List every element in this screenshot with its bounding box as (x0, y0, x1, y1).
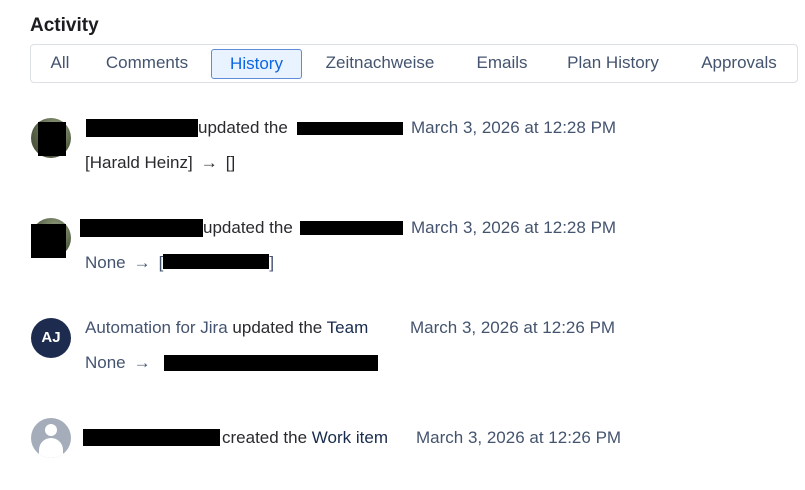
history-timestamp: March 3, 2026 at 12:26 PM (410, 318, 616, 337)
history-action: updated the (198, 118, 288, 137)
history-action: updated the (232, 318, 323, 337)
redacted-value (163, 254, 270, 269)
history-entry: updated the March 3, 2026 at 12:28 PM [H… (0, 110, 805, 190)
history-entry: AJ Automation for Jira updated the Team … (0, 310, 805, 390)
tab-history[interactable]: History (211, 49, 302, 79)
arrow-right-icon: → (200, 153, 218, 172)
history-action: updated the (203, 218, 293, 237)
history-entry: created the Work item March 3, 2026 at 1… (0, 410, 805, 490)
activity-title: Activity (30, 15, 99, 36)
redacted-actor (80, 219, 203, 237)
tab-comments[interactable]: Comments (97, 49, 197, 79)
redacted-value (164, 355, 378, 371)
redacted-actor (83, 429, 220, 446)
avatar[interactable]: AJ (31, 318, 71, 358)
tab-plan-history[interactable]: Plan History (559, 49, 667, 79)
redacted-actor (86, 119, 198, 137)
history-action: created the (222, 428, 308, 447)
history-timestamp: March 3, 2026 at 12:28 PM (411, 118, 617, 137)
history-change: None → (85, 353, 159, 373)
redacted-block (38, 122, 66, 156)
change-to-close: ] (269, 253, 275, 272)
redacted-field (297, 122, 403, 135)
history-entry: updated the March 3, 2026 at 12:28 PM No… (0, 210, 805, 290)
change-from: None (85, 353, 126, 372)
change-from: None (85, 253, 126, 272)
avatar[interactable] (31, 418, 71, 458)
history-change: None →[] (85, 253, 274, 273)
tab-zeitnachweise[interactable]: Zeitnachweise (316, 49, 444, 79)
change-from: [Harald Heinz] (85, 153, 193, 172)
redacted-block (31, 224, 66, 258)
history-change: [Harald Heinz] → [] (85, 153, 235, 173)
activity-tabs: All Comments History Zeitnachweise Email… (30, 44, 798, 83)
history-summary: created the Work item (222, 428, 388, 448)
history-field: Team (326, 318, 369, 337)
person-icon (45, 424, 57, 436)
tab-emails[interactable]: Emails (467, 49, 537, 79)
history-timestamp: March 3, 2026 at 12:28 PM (411, 218, 617, 237)
history-summary: Automation for Jira updated the Team (85, 318, 368, 338)
history-timestamp: March 3, 2026 at 12:26 PM (416, 428, 622, 447)
arrow-right-icon: → (133, 353, 151, 372)
tab-all[interactable]: All (39, 49, 81, 79)
history-field: Work item (311, 428, 388, 447)
redacted-field (300, 221, 403, 235)
history-actor[interactable]: Automation for Jira (85, 318, 228, 337)
tab-approvals[interactable]: Approvals (691, 49, 787, 79)
change-to: [] (225, 153, 236, 172)
arrow-right-icon: → (133, 253, 151, 272)
